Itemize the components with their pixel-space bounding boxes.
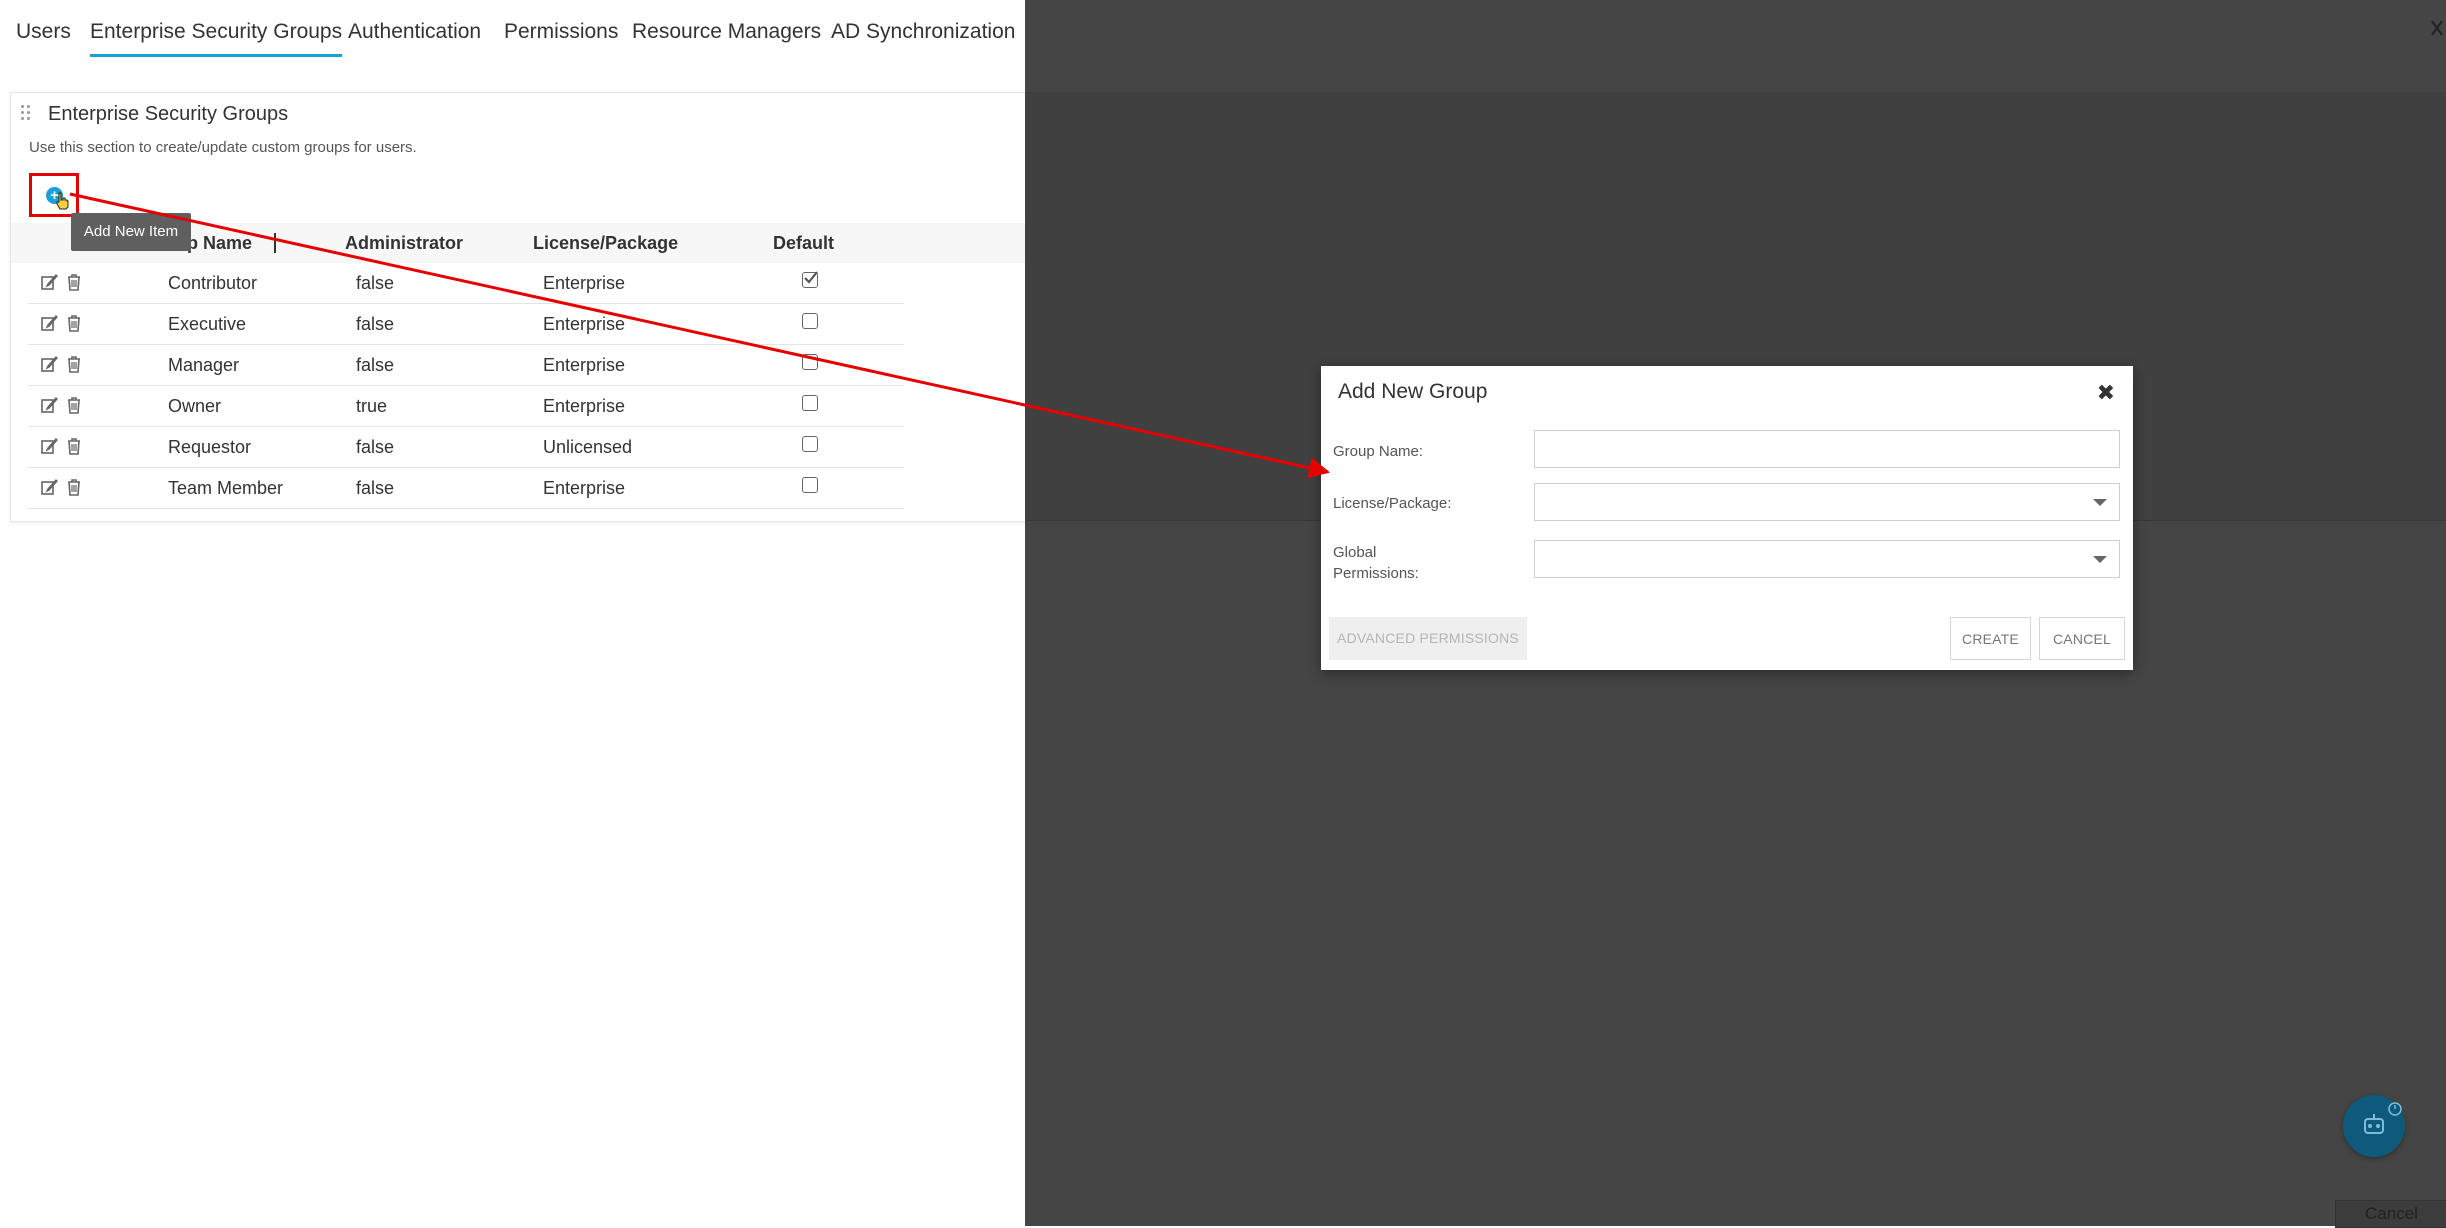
edit-icon[interactable] (40, 395, 58, 415)
cancel-button[interactable]: CANCEL (2039, 617, 2125, 660)
tab-permissions[interactable]: Permissions (504, 20, 618, 54)
license-package-label: License/Package: (1333, 495, 1452, 512)
pointer-hand-icon (56, 192, 69, 210)
administrator-cell: true (356, 396, 388, 416)
close-icon[interactable]: ✖ (2097, 380, 2115, 406)
group-name-cell: Executive (168, 314, 247, 334)
license-cell: Enterprise (543, 355, 626, 375)
license-cell: Enterprise (543, 396, 626, 416)
dialog-title: Add New Group (1338, 380, 1488, 403)
administrator-cell: false (356, 437, 395, 457)
license-cell: Enterprise (543, 478, 626, 498)
create-button[interactable]: CREATE (1950, 617, 2031, 660)
column-resize-handle[interactable] (274, 233, 276, 253)
administrator-cell: false (356, 355, 395, 375)
default-checkbox[interactable] (802, 313, 818, 329)
delete-icon[interactable] (65, 477, 83, 497)
edit-icon[interactable] (40, 477, 58, 497)
edit-icon[interactable] (40, 272, 58, 292)
add-new-item-tooltip: Add New Item (71, 213, 191, 251)
drag-handle-icon[interactable] (21, 105, 31, 121)
group-name-cell: Requestor (168, 437, 252, 457)
edit-icon[interactable] (40, 354, 58, 374)
global-permissions-select[interactable] (1534, 540, 2120, 578)
license-cell: Enterprise (543, 314, 626, 334)
chevron-down-icon (2093, 499, 2107, 506)
table-row: Requestor false Unlicensed (28, 427, 904, 468)
tab-users[interactable]: Users (16, 20, 71, 54)
table-row: Team Member false Enterprise (28, 468, 904, 509)
default-checkbox[interactable] (802, 477, 818, 493)
table-row: Executive false Enterprise (28, 304, 904, 345)
default-checkbox[interactable] (802, 436, 818, 452)
edit-icon[interactable] (40, 313, 58, 333)
column-header-default[interactable]: Default (773, 233, 834, 254)
default-checkbox-checked[interactable] (802, 271, 818, 288)
security-groups-page: Users Enterprise Security Groups Authent… (0, 0, 1026, 1226)
table-row: Manager false Enterprise (28, 345, 904, 386)
default-checkbox[interactable] (802, 395, 818, 411)
group-name-label: Group Name: (1333, 443, 1424, 460)
security-groups-panel: Enterprise Security Groups Use this sect… (10, 92, 1026, 522)
panel-title: Enterprise Security Groups (48, 103, 289, 125)
tab-authentication[interactable]: Authentication (348, 20, 481, 54)
column-header-license[interactable]: License/Package (533, 233, 678, 254)
add-new-group-dialog: Add New Group ✖ Group Name: License/Pack… (1321, 366, 2133, 670)
group-name-cell: Manager (168, 355, 240, 375)
license-package-select[interactable] (1534, 483, 2120, 521)
group-name-cell: Contributor (168, 273, 258, 293)
group-name-cell: Owner (168, 396, 222, 416)
group-name-input[interactable] (1534, 430, 2120, 468)
chevron-down-icon (2093, 556, 2107, 563)
group-name-cell: Team Member (168, 478, 284, 498)
delete-icon[interactable] (65, 272, 83, 292)
global-permissions-label-line-1: Global (1333, 544, 1377, 561)
delete-icon[interactable] (65, 395, 83, 415)
tab-enterprise-security-groups[interactable]: Enterprise Security Groups (90, 20, 343, 57)
administrator-cell: false (356, 314, 395, 334)
advanced-permissions-button[interactable]: ADVANCED PERMISSIONS (1329, 617, 1527, 660)
license-cell: Unlicensed (543, 437, 633, 457)
table-row: Owner true Enterprise (28, 386, 904, 427)
bot-icon (2364, 1102, 2402, 1134)
edit-icon[interactable] (40, 436, 58, 456)
administrator-cell: false (356, 478, 395, 498)
tab-ad-synchronization[interactable]: AD Synchronization (831, 20, 1015, 54)
delete-icon[interactable] (65, 436, 83, 456)
close-icon[interactable] (2428, 18, 2446, 38)
panel-description: Use this section to create/update custom… (29, 139, 417, 156)
default-checkbox[interactable] (802, 354, 818, 370)
add-new-item-button[interactable]: + (29, 173, 79, 217)
license-cell: Enterprise (543, 273, 626, 293)
column-header-administrator[interactable]: Administrator (345, 233, 463, 254)
delete-icon[interactable] (65, 313, 83, 333)
delete-icon[interactable] (65, 354, 83, 374)
table-row: Contributor false Enterprise (28, 263, 904, 304)
assistant-fab-button[interactable] (2343, 1095, 2405, 1157)
column-header-group-name[interactable]: p Name (187, 233, 252, 254)
background-cancel-button[interactable]: Cancel (2335, 1200, 2446, 1228)
tab-resource-managers[interactable]: Resource Managers (632, 20, 821, 54)
administrator-cell: false (356, 273, 395, 293)
settings-tabs: Users Enterprise Security Groups Authent… (0, 0, 1025, 62)
global-permissions-label-line-2: Permissions: (1333, 565, 1419, 582)
